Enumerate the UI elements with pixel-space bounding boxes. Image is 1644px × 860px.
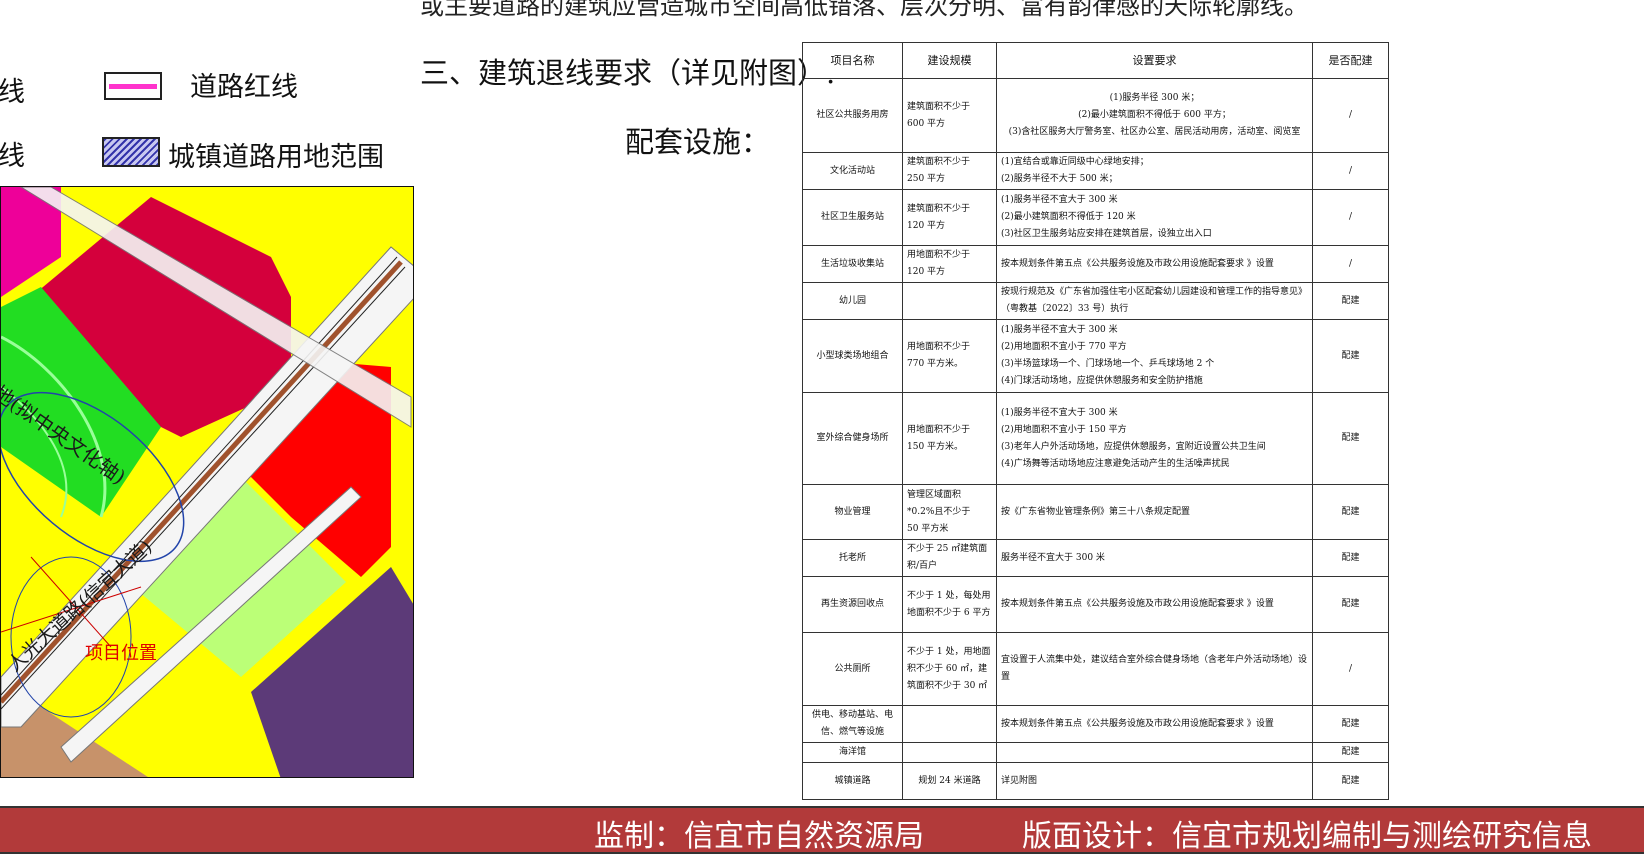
cell-name: 供电、移动基站、电信、燃气等设施: [802, 705, 903, 743]
cell-name: 小型球类场地组合: [802, 319, 903, 393]
header-requirement: 设置要求: [996, 42, 1313, 79]
cell-built: /: [1312, 632, 1389, 706]
header-built: 是否配建: [1312, 42, 1389, 79]
cell-requirement: (1)宜结合或靠近同级中心绿地安排； (2)服务半径不大于 500 米；: [996, 152, 1313, 190]
table-row: 物业管理 管理区域面积 *0.2%且不少于 50 平方米 按《广东省物业管理条例…: [802, 484, 1389, 540]
cell-name: 城镇道路: [802, 762, 903, 800]
table-row: 公共厕所 不少于 1 处，用地面积不少于 60 ㎡，建筑面积不少于 30 ㎡ 宜…: [802, 632, 1389, 706]
legend-partial-2: 线: [0, 141, 25, 172]
table-row: 再生资源回收点 不少于 1 处，每处用地面积不少于 6 平方 按本规划条件第五点…: [802, 576, 1389, 633]
cell-built: /: [1312, 189, 1389, 246]
cell-requirement: [996, 742, 1313, 763]
cell-built: 配建: [1312, 576, 1389, 633]
cell-name: 室外综合健身场所: [802, 392, 903, 485]
cell-built: 配建: [1312, 705, 1389, 743]
site-map-graphic: [1, 187, 413, 777]
cell-built: /: [1312, 245, 1389, 283]
cell-name: 幼儿园: [802, 282, 903, 320]
road-red-line-swatch: [104, 72, 162, 100]
table-row: 供电、移动基站、电信、燃气等设施 按本规划条件第五点《公共服务设施及市政公用设施…: [802, 705, 1389, 743]
site-map: 地(拟中央文化轴) 人光大道路(信宜大道) 项目位置: [0, 186, 414, 778]
section-3-heading: 三、建筑退线要求（详见附图）.: [420, 56, 836, 90]
cell-name: 社区公共服务用房: [802, 78, 903, 153]
cell-scale: 不少于 25 ㎡建筑面积/百户: [902, 539, 997, 577]
cell-scale: [902, 282, 997, 320]
cell-requirement: 按现行规范及《广东省加强住宅小区配套幼儿园建设和管理工作的指导意见》（粤教基〔2…: [996, 282, 1313, 320]
cell-built: /: [1312, 152, 1389, 190]
cell-name: 物业管理: [802, 484, 903, 540]
cell-name: 海洋馆: [802, 742, 903, 763]
header-name: 项目名称: [802, 42, 903, 79]
cell-requirement: (1)服务半径不宜大于 300 米 (2)用地面积不宜小于 770 平方 (3)…: [996, 319, 1313, 393]
road-land-swatch: [102, 137, 160, 167]
cell-built: 配建: [1312, 539, 1389, 577]
legend-partial-1: 线: [0, 77, 25, 108]
cell-name: 再生资源回收点: [802, 576, 903, 633]
cell-requirement: 按本规划条件第五点《公共服务设施及市政公用设施配套要求 》设置: [996, 245, 1313, 283]
table-row: 社区卫生服务站 建筑面积不少于 120 平方 (1)服务半径不宜大于 300 米…: [802, 189, 1389, 246]
cell-scale: 建筑面积不少于 600 平方: [902, 78, 997, 153]
footer-supervisor: 监制：信宜市自然资源局: [594, 819, 924, 854]
map-label-project: 项目位置: [85, 643, 157, 664]
cell-name: 公共厕所: [802, 632, 903, 706]
legend-road-red-line: 道路红线: [190, 72, 298, 103]
table-row: 生活垃圾收集站 用地面积不少于 120 平方 按本规划条件第五点《公共服务设施及…: [802, 245, 1389, 283]
cell-requirement: (1)服务半径不宜大于 300 米 (2)用地面积不宜小于 150 平方 (3)…: [996, 392, 1313, 485]
cell-scale: 用地面积不少于 150 平方米。: [902, 392, 997, 485]
cell-requirement: 按《广东省物业管理条例》第三十八条规定配置: [996, 484, 1313, 540]
cell-name: 社区卫生服务站: [802, 189, 903, 246]
cell-scale: 用地面积不少于 770 平方米。: [902, 319, 997, 393]
cell-scale: 管理区域面积 *0.2%且不少于 50 平方米: [902, 484, 997, 540]
cell-name: 托老所: [802, 539, 903, 577]
legend-road-land: 城镇道路用地范围: [168, 142, 384, 173]
facilities-heading: 配套设施：: [625, 125, 771, 159]
cell-requirement: 宜设置于人流集中处，建议结合室外综合健身场地（含老年户外活动场地）设置: [996, 632, 1313, 706]
cell-scale: [902, 742, 997, 763]
footer-banner: 监制：信宜市自然资源局 版面设计：信宜市规划编制与测绘研究信息: [0, 806, 1644, 854]
cell-built: 配建: [1312, 392, 1389, 485]
table-row: 托老所 不少于 25 ㎡建筑面积/百户 服务半径不宜大于 300 米 配建: [802, 539, 1389, 577]
cell-scale: 不少于 1 处，用地面积不少于 60 ㎡，建筑面积不少于 30 ㎡: [902, 632, 997, 706]
cell-requirement: 详见附图: [996, 762, 1313, 800]
table-header-row: 项目名称 建设规模 设置要求 是否配建: [802, 42, 1389, 79]
header-scale: 建设规模: [902, 42, 997, 79]
cell-scale: 用地面积不少于 120 平方: [902, 245, 997, 283]
cell-built: 配建: [1312, 319, 1389, 393]
cell-scale: 建筑面积不少于 250 平方: [902, 152, 997, 190]
table-row: 幼儿园 按现行规范及《广东省加强住宅小区配套幼儿园建设和管理工作的指导意见》（粤…: [802, 282, 1389, 320]
top-partial-text: 或主要道路的建筑应营造城市空间高低错落、层次分明、富有韵律感的天际轮廓线。: [420, 0, 1308, 20]
cell-built: 配建: [1312, 742, 1389, 763]
table-row: 小型球类场地组合 用地面积不少于 770 平方米。 (1)服务半径不宜大于 30…: [802, 319, 1389, 393]
cell-name: 生活垃圾收集站: [802, 245, 903, 283]
cell-built: /: [1312, 78, 1389, 153]
cell-built: 配建: [1312, 282, 1389, 320]
cell-built: 配建: [1312, 484, 1389, 540]
facilities-table: 项目名称 建设规模 设置要求 是否配建 社区公共服务用房 建筑面积不少于 600…: [802, 42, 1389, 800]
footer-designer: 版面设计：信宜市规划编制与测绘研究信息: [1022, 819, 1592, 854]
cell-requirement: (1)服务半径 300 米； (2)最小建筑面积不得低于 600 平方； (3)…: [996, 78, 1313, 153]
cell-scale: 不少于 1 处，每处用地面积不少于 6 平方: [902, 576, 997, 633]
cell-scale: 建筑面积不少于 120 平方: [902, 189, 997, 246]
table-row: 海洋馆 配建: [802, 742, 1389, 763]
cell-requirement: 按本规划条件第五点《公共服务设施及市政公用设施配套要求 》设置: [996, 705, 1313, 743]
table-row: 社区公共服务用房 建筑面积不少于 600 平方 (1)服务半径 300 米； (…: [802, 78, 1389, 153]
cell-scale: [902, 705, 997, 743]
cell-requirement: 按本规划条件第五点《公共服务设施及市政公用设施配套要求 》设置: [996, 576, 1313, 633]
cell-name: 文化活动站: [802, 152, 903, 190]
cell-requirement: (1)服务半径不宜大于 300 米 (2)最小建筑面积不得低于 120 米 (3…: [996, 189, 1313, 246]
cell-built: 配建: [1312, 762, 1389, 800]
table-row: 文化活动站 建筑面积不少于 250 平方 (1)宜结合或靠近同级中心绿地安排； …: [802, 152, 1389, 190]
table-row: 城镇道路 规划 24 米道路 详见附图 配建: [802, 762, 1389, 800]
cell-scale: 规划 24 米道路: [902, 762, 997, 800]
cell-requirement: 服务半径不宜大于 300 米: [996, 539, 1313, 577]
table-row: 室外综合健身场所 用地面积不少于 150 平方米。 (1)服务半径不宜大于 30…: [802, 392, 1389, 485]
